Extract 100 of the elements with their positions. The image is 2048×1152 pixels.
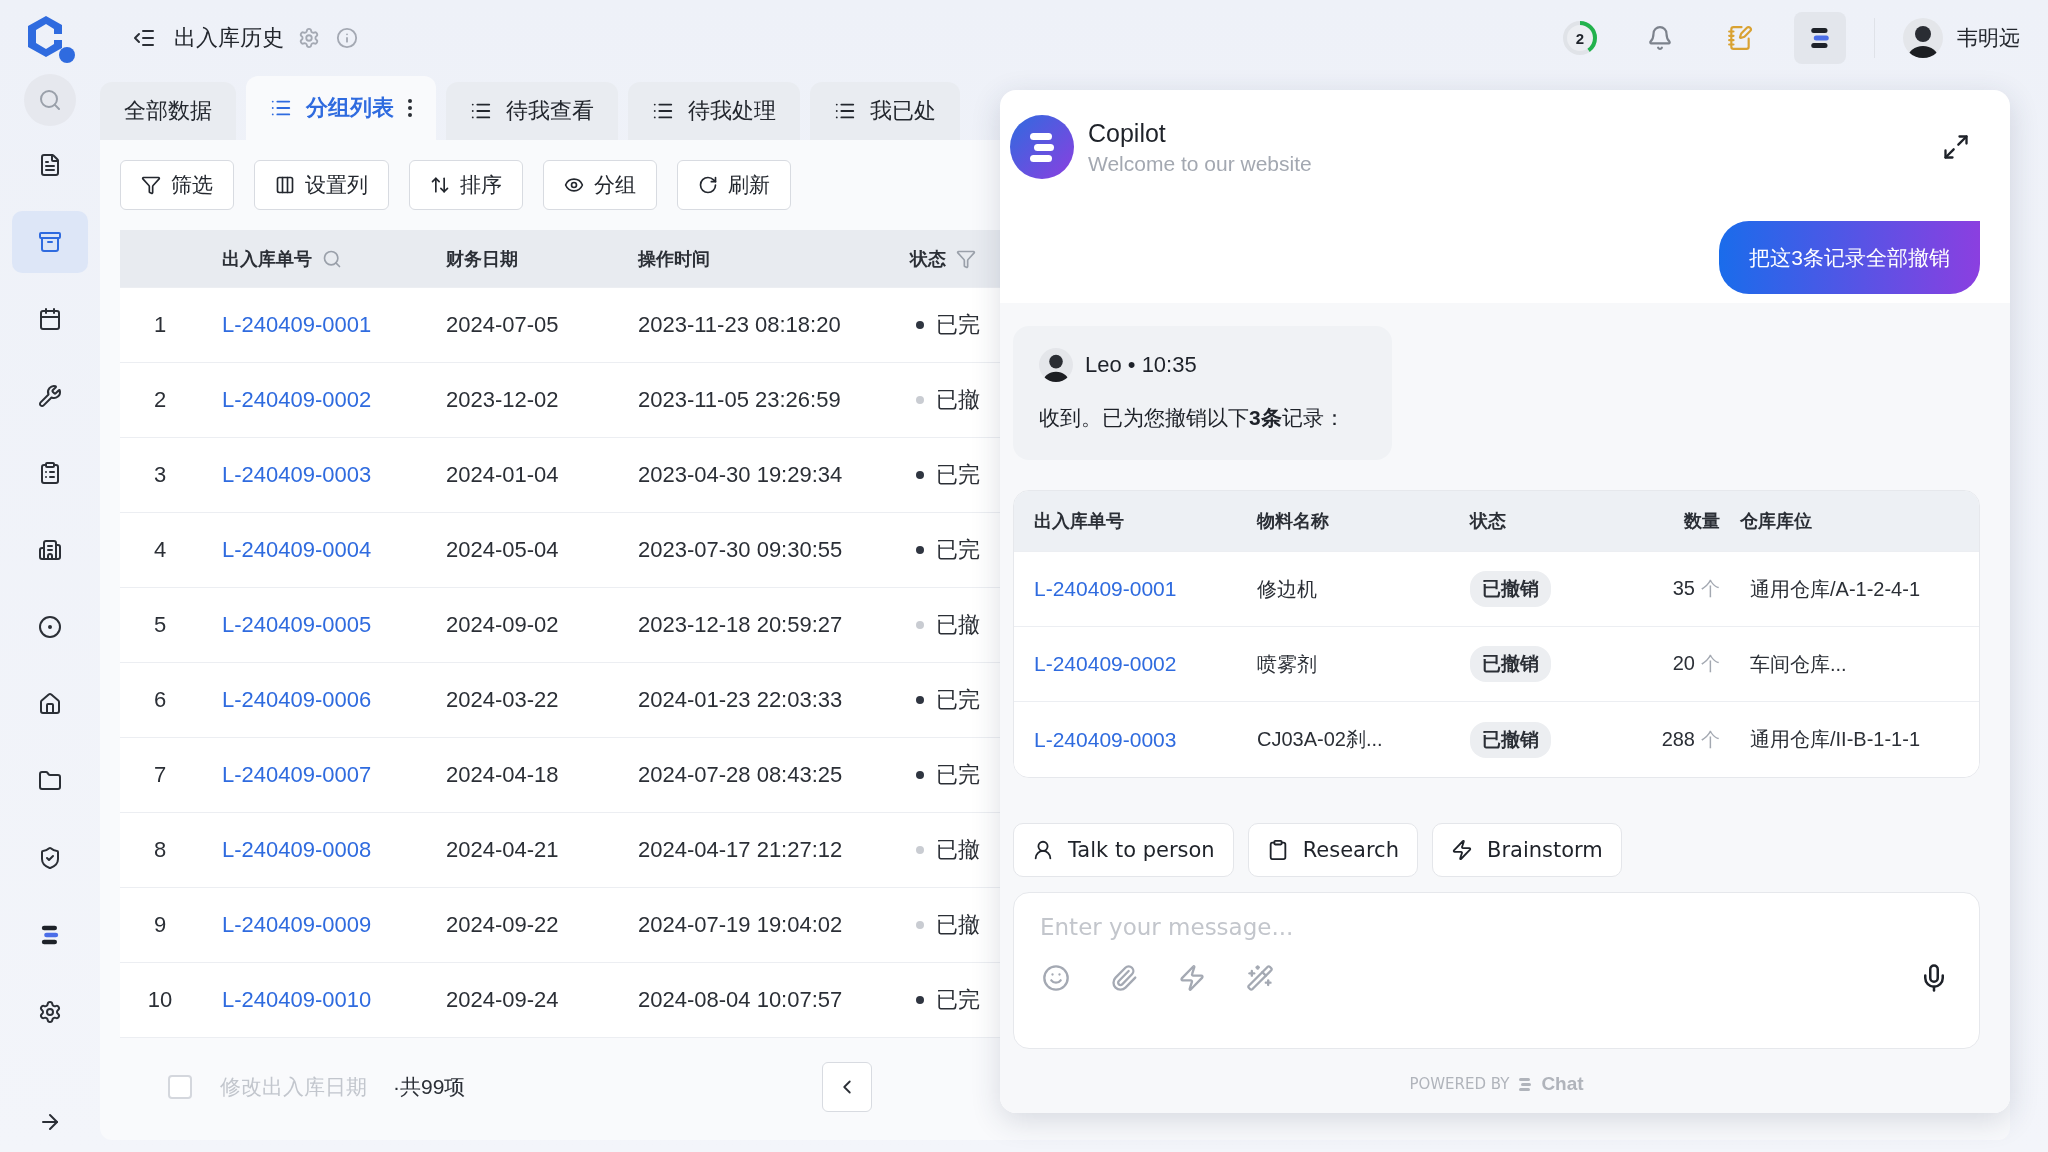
table-cell-text: 2023-11-23 08:18:20 <box>637 312 842 338</box>
copilot-subtitle: Welcome to our website <box>1088 151 1312 176</box>
copilot-title: Copilot <box>1088 118 1167 148</box>
settings-icon <box>38 1000 62 1024</box>
table-cell-text: 2024-04-21 <box>445 837 560 863</box>
table-cell-text: 2024-01-04 <box>445 462 560 488</box>
column-header: 数量 <box>1683 510 1720 533</box>
record-link[interactable]: L-240409-0004 <box>222 537 372 562</box>
powered-by-label: POWERED BY <box>1409 1075 1510 1093</box>
table-cell-text: 修边机 <box>1256 576 1318 602</box>
tab[interactable]: 我已处 <box>810 82 960 140</box>
column-header: 出入库单号 <box>1033 510 1125 533</box>
record-link[interactable]: L-240409-0002 <box>1034 652 1177 675</box>
table-cell-text: 通用仓库/A-1-2-4-1 <box>1749 576 1922 602</box>
toolbar-button[interactable]: 刷新 <box>677 160 791 210</box>
toolbar-button[interactable]: 排序 <box>409 160 523 210</box>
suggestion-chip[interactable]: Research <box>1247 823 1418 877</box>
lightning-icon <box>1450 839 1473 861</box>
bot-avatar <box>1039 348 1073 382</box>
select-all-checkbox[interactable] <box>168 1075 192 1099</box>
status-badge: 已撤销 <box>1470 646 1551 682</box>
brand-icon <box>1517 1076 1534 1092</box>
status-text: 已完 <box>936 686 980 714</box>
record-link[interactable]: L-240409-0009 <box>222 912 372 937</box>
tab[interactable]: 分组列表 <box>246 76 436 140</box>
columns-icon <box>275 175 295 195</box>
status-text: 已完 <box>936 761 980 789</box>
expand-button[interactable] <box>1942 133 1970 161</box>
status-text: 已撤 <box>936 386 980 414</box>
record-link[interactable]: L-240409-0002 <box>222 387 372 412</box>
quantity: 35 <box>1672 577 1695 600</box>
bell-icon <box>1647 25 1673 51</box>
record-link[interactable]: L-240409-0008 <box>222 837 372 862</box>
record-link[interactable]: L-240409-0006 <box>222 687 372 712</box>
tab[interactable]: 全部数据 <box>100 82 236 140</box>
folder-icon <box>38 769 62 793</box>
quantity: 288 <box>1661 727 1695 751</box>
toolbar-button[interactable]: 设置列 <box>254 160 389 210</box>
table-cell-text: 2024-01-23 22:03:33 <box>637 687 844 713</box>
record-link[interactable]: L-240409-0001 <box>1034 577 1177 600</box>
table-cell-text: 2024-05-04 <box>445 537 560 563</box>
column-header: 状态 <box>1468 510 1507 533</box>
table-cell-text: 通用仓库/II-B-1-1-1 <box>1749 727 1922 752</box>
tab[interactable]: 待我处理 <box>628 82 800 140</box>
clipboard-icon <box>38 461 62 485</box>
status-text: 已完 <box>936 311 980 339</box>
filter-icon <box>141 175 161 195</box>
record-link[interactable]: L-240409-0001 <box>222 312 372 337</box>
column-header: 状态 <box>910 247 946 271</box>
tab[interactable]: 待我查看 <box>446 82 618 140</box>
record-link[interactable]: L-240409-0005 <box>222 612 372 637</box>
record-link[interactable]: L-240409-0003 <box>1034 727 1177 751</box>
status-text: 已撤 <box>936 911 980 939</box>
quantity: 20 <box>1672 652 1695 675</box>
table-cell-text: 2024-09-24 <box>445 987 560 1013</box>
copilot-logo <box>1010 115 1074 179</box>
table-cell-text: 2024-07-28 08:43:25 <box>637 762 844 788</box>
eye-icon <box>564 175 584 195</box>
column-header: 操作时间 <box>638 247 710 271</box>
table-cell-text: 2024-07-05 <box>445 312 560 338</box>
message-input[interactable]: Enter your message... <box>1038 913 1949 941</box>
table-cell-text: 2024-07-19 19:04:02 <box>637 912 844 938</box>
copilot-button[interactable] <box>1794 12 1846 64</box>
status-text: 已完 <box>936 986 980 1014</box>
user-name: 韦明远 <box>1957 25 2020 51</box>
table-cell-text: 2024-04-17 21:27:12 <box>637 837 844 863</box>
table-cell-text: 2024-03-22 <box>445 687 560 713</box>
document-icon <box>38 153 62 177</box>
suggestion-chip[interactable]: Brainstorm <box>1431 823 1622 877</box>
record-link[interactable]: L-240409-0003 <box>222 462 372 487</box>
row-number: 7 <box>152 762 168 788</box>
table-cell-text: 2023-12-02 <box>445 387 560 413</box>
unit: 个 <box>1701 652 1720 676</box>
table-cell-text: 喷雾剂 <box>1256 651 1318 677</box>
table-cell-text: 2023-11-05 23:26:59 <box>637 387 842 413</box>
row-number: 3 <box>152 462 168 488</box>
target-icon <box>38 615 62 639</box>
record-link[interactable]: L-240409-0010 <box>222 987 372 1012</box>
table-cell-text: 2023-04-30 19:29:34 <box>637 462 844 488</box>
row-number: 10 <box>146 987 174 1013</box>
status-text: 已撤 <box>936 611 980 639</box>
toolbar-button[interactable]: 分组 <box>543 160 657 210</box>
progress-badge[interactable]: 2 <box>1554 12 1606 64</box>
toolbar-button[interactable]: 筛选 <box>120 160 234 210</box>
table-cell-text: 2024-04-18 <box>445 762 560 788</box>
expand-icon <box>1942 133 1970 161</box>
table-cell-text: CJ03A-02刹... <box>1256 727 1384 752</box>
status-badge: 已撤销 <box>1470 571 1551 607</box>
more-icon[interactable] <box>408 99 412 117</box>
table-cell-text: 2024-09-22 <box>445 912 560 938</box>
user-message: 把这3条记录全部撤销 <box>1719 221 1980 294</box>
column-header: 仓库库位 <box>1739 510 1813 533</box>
status-text: 已撤 <box>936 836 980 864</box>
sort-icon <box>430 175 450 195</box>
column-header: 财务日期 <box>446 247 518 271</box>
calendar-icon <box>38 307 62 331</box>
suggestion-chip[interactable]: Talk to person <box>1013 823 1234 877</box>
row-number: 1 <box>152 312 168 338</box>
table-cell-text: 2024-09-02 <box>445 612 560 638</box>
record-link[interactable]: L-240409-0007 <box>222 762 372 787</box>
